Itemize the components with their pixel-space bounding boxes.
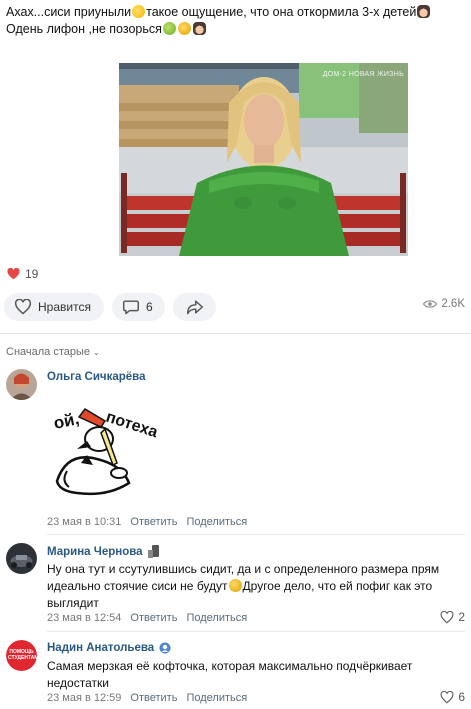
comment-author[interactable]: Надин Анатольева — [47, 642, 171, 654]
reactions-summary[interactable]: 19 — [7, 267, 38, 281]
comment-like-button[interactable]: 2 — [440, 610, 465, 624]
comment-like-count: 2 — [458, 610, 465, 624]
comment-meta: 23 мая в 12:54 Ответить Поделиться — [47, 612, 247, 624]
comment-author-name: Надин Анатольева — [47, 642, 155, 654]
post-photo-image — [119, 63, 408, 256]
post-text: Ахах...сиси приуныли такое ощущение, что … — [6, 4, 466, 38]
comment-divider — [47, 631, 465, 632]
post-photo[interactable]: ДОМ-2 НОВАЯ ЖИЗНЬ — [119, 63, 408, 256]
like-button-label: Нравится — [38, 300, 91, 314]
avatar[interactable]: ПОМОЩЬ СТУДЕНТАМ — [6, 640, 37, 671]
section-divider — [0, 333, 471, 334]
comment-like-button[interactable]: 6 — [440, 690, 465, 704]
views-count: 2.6K — [441, 298, 465, 310]
comment-button[interactable]: 6 — [112, 293, 165, 321]
comment-count: 6 — [146, 300, 153, 314]
share-link[interactable]: Поделиться — [186, 612, 247, 624]
like-button[interactable]: Нравится — [4, 293, 104, 321]
post-text-line2: Одень лифон ,не позорься — [6, 22, 162, 36]
avatar-image — [6, 369, 37, 400]
reply-button[interactable]: Ответить — [130, 516, 177, 528]
comment-divider — [47, 534, 465, 535]
avatar-image — [6, 543, 37, 574]
share-link[interactable]: Поделиться — [186, 516, 247, 528]
comment-author[interactable]: Ольга Сичкарёва — [47, 371, 146, 383]
sticker-word-1: ой, — [52, 409, 81, 433]
tired-emoji-icon — [177, 22, 191, 35]
comment-icon — [122, 300, 139, 315]
heart-outline-icon — [440, 690, 454, 704]
comment-date[interactable]: 23 мая в 12:54 — [47, 612, 121, 624]
heart-outline-icon — [14, 299, 32, 315]
post-text-line1a: Ахах...сиси приуныли — [6, 5, 132, 19]
thinking-emoji-icon — [228, 579, 242, 592]
comment-like-count: 6 — [458, 690, 465, 704]
post-actions: Нравится 6 — [4, 293, 216, 321]
photo-watermark: ДОМ-2 НОВАЯ ЖИЗНЬ — [322, 71, 404, 78]
avatar-text: ПОМОЩЬ СТУДЕНТАМ — [8, 649, 37, 661]
avatar[interactable] — [6, 543, 37, 574]
share-arrow-icon — [186, 300, 203, 315]
sticker: ой, потеха — [47, 391, 165, 501]
laughing-emoji-icon — [132, 5, 146, 18]
share-button[interactable] — [173, 293, 216, 321]
woman-emoji-icon — [417, 5, 431, 18]
nauseated-emoji-icon — [162, 22, 176, 35]
comment-meta: 23 мая в 10:31 Ответить Поделиться — [47, 516, 247, 528]
comment-author[interactable]: Марина Чернова — [47, 545, 160, 558]
comment-text: Самая мерзкая её кофточка, которая макси… — [47, 659, 413, 690]
badge-icon — [159, 642, 171, 654]
comment-text: Ну она тут и ссутулившись сидит, да и с … — [47, 561, 457, 612]
comment-date[interactable]: 23 мая в 10:31 — [47, 516, 121, 528]
post-text-line1b: такое ощущение, что она откормила 3-х де… — [146, 5, 417, 19]
comment-author-name: Марина Чернова — [47, 545, 143, 558]
avatar[interactable] — [6, 369, 37, 400]
heart-icon — [7, 268, 20, 280]
comment-date[interactable]: 23 мая в 12:59 — [47, 692, 121, 704]
comment-meta: 23 мая в 12:59 Ответить Поделиться — [47, 692, 247, 704]
phone-icon — [147, 545, 159, 558]
comments-sort-dropdown[interactable]: Сначала старые ⌄ — [6, 346, 100, 358]
sort-label: Сначала старые — [6, 346, 91, 358]
reply-button[interactable]: Ответить — [130, 692, 177, 704]
goose-sticker-image: ой, потеха — [52, 408, 160, 496]
heart-outline-icon — [440, 610, 454, 624]
views-counter: 2.6K — [423, 298, 465, 310]
chevron-down-icon: ⌄ — [93, 347, 100, 357]
reactions-count: 19 — [25, 267, 39, 281]
share-link[interactable]: Поделиться — [186, 692, 247, 704]
reply-button[interactable]: Ответить — [130, 612, 177, 624]
eye-icon — [423, 300, 438, 308]
woman-emoji-icon — [192, 22, 206, 35]
